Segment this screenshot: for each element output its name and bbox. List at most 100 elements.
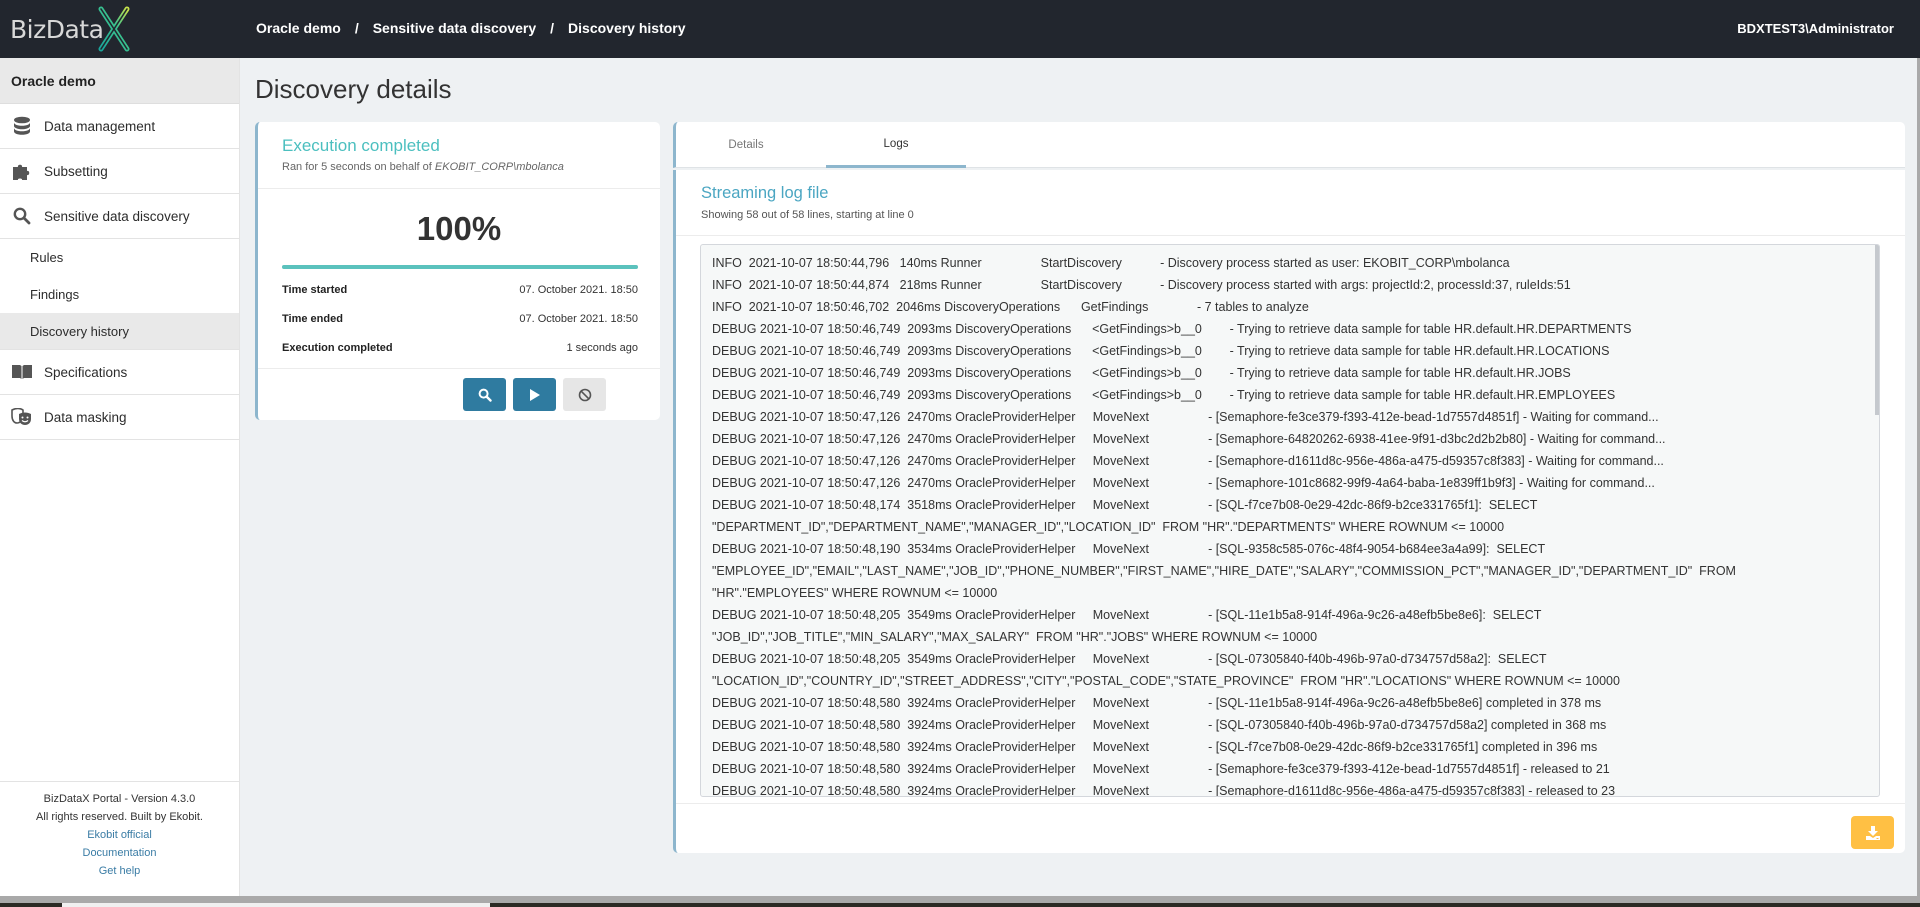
sidebar: Oracle demo Data management Subsetting S… bbox=[0, 58, 240, 896]
top-bar: BizData Oracle demo / Sensitive data dis… bbox=[0, 0, 1920, 58]
sidebar-subitem-rules[interactable]: Rules bbox=[0, 239, 239, 276]
time-ended-label: Time ended bbox=[282, 312, 343, 325]
taskbar-active-window bbox=[62, 903, 490, 907]
log-line: INFO 2021-10-07 18:50:46,702 2046ms Disc… bbox=[712, 300, 1309, 314]
progress-percent: 100% bbox=[416, 210, 502, 247]
time-started-label: Time started bbox=[282, 283, 348, 296]
ekobit-official-link[interactable]: Ekobit official bbox=[0, 826, 239, 844]
log-line: DEBUG 2021-10-07 18:50:47,126 2470ms Ora… bbox=[712, 476, 1655, 490]
tab-logs[interactable]: Logs bbox=[826, 122, 966, 168]
get-help-link[interactable]: Get help bbox=[0, 862, 239, 880]
page-title: Discovery details bbox=[255, 74, 452, 104]
sidebar-footer: BizDataX Portal - Version 4.3.0 All righ… bbox=[0, 781, 239, 896]
view-findings-button[interactable] bbox=[463, 378, 506, 411]
breadcrumb-sensitive-data-discovery[interactable]: Sensitive data discovery bbox=[373, 20, 536, 36]
log-line: DEBUG 2021-10-07 18:50:48,174 3518ms Ora… bbox=[712, 498, 1538, 512]
execution-user: EKOBIT_CORP\mbolanca bbox=[434, 161, 564, 173]
book-icon bbox=[0, 364, 44, 380]
log-line: "LOCATION_ID","COUNTRY_ID","STREET_ADDRE… bbox=[712, 674, 1620, 688]
search-icon bbox=[0, 207, 44, 225]
log-line: DEBUG 2021-10-07 18:50:48,190 3534ms Ora… bbox=[712, 542, 1546, 556]
breadcrumb-oracle-demo[interactable]: Oracle demo bbox=[256, 20, 341, 36]
log-line: DEBUG 2021-10-07 18:50:47,126 2470ms Ora… bbox=[712, 432, 1666, 446]
execution-header: Execution completed Ran for 5 seconds on… bbox=[258, 122, 660, 189]
execution-subtitle: Ran for 5 seconds on behalf of EKOBIT_CO… bbox=[282, 161, 660, 173]
execution-completed-row: Execution completed 1 seconds ago bbox=[282, 333, 638, 362]
log-line: DEBUG 2021-10-07 18:50:48,580 3924ms Ora… bbox=[712, 740, 1598, 754]
breadcrumb: Oracle demo / Sensitive data discovery /… bbox=[256, 20, 686, 36]
execution-info: Time started 07. October 2021. 18:50 Tim… bbox=[282, 275, 638, 362]
log-line: INFO 2021-10-07 18:50:44,796 140ms Runne… bbox=[712, 256, 1510, 270]
log-title: Streaming log file bbox=[701, 184, 829, 202]
sidebar-item-label: Subsetting bbox=[44, 163, 108, 179]
sidebar-item-subsetting[interactable]: Subsetting bbox=[0, 149, 239, 194]
download-icon bbox=[1865, 825, 1880, 840]
log-line: DEBUG 2021-10-07 18:50:46,749 2093ms Dis… bbox=[712, 388, 1616, 402]
sidebar-item-label: Sensitive data discovery bbox=[44, 208, 190, 224]
breadcrumb-discovery-history[interactable]: Discovery history bbox=[568, 20, 686, 36]
log-line: DEBUG 2021-10-07 18:50:48,580 3924ms Ora… bbox=[712, 718, 1607, 732]
run-button[interactable] bbox=[513, 378, 556, 411]
breadcrumb-separator: / bbox=[550, 20, 555, 36]
progress-fill bbox=[282, 265, 638, 269]
log-viewer[interactable]: INFO 2021-10-07 18:50:44,796 140ms Runne… bbox=[700, 244, 1880, 797]
log-line: DEBUG 2021-10-07 18:50:48,580 3924ms Ora… bbox=[712, 762, 1610, 776]
sidebar-item-data-management[interactable]: Data management bbox=[0, 104, 239, 149]
log-line: DEBUG 2021-10-07 18:50:48,580 3924ms Ora… bbox=[712, 696, 1602, 710]
tab-bar: Details Logs bbox=[673, 122, 1905, 168]
execution-completed-value: 1 seconds ago bbox=[566, 341, 638, 354]
log-line: INFO 2021-10-07 18:50:44,874 218ms Runne… bbox=[712, 278, 1571, 292]
time-started-value: 07. October 2021. 18:50 bbox=[519, 283, 638, 296]
breadcrumb-separator: / bbox=[354, 20, 359, 36]
log-line: DEBUG 2021-10-07 18:50:48,580 3924ms Ora… bbox=[712, 784, 1616, 797]
log-line: DEBUG 2021-10-07 18:50:48,205 3549ms Ora… bbox=[712, 608, 1542, 622]
database-icon bbox=[0, 116, 44, 136]
search-icon bbox=[478, 388, 492, 402]
log-line: "DEPARTMENT_ID","DEPARTMENT_NAME","MANAG… bbox=[712, 520, 1505, 534]
page-horizontal-scrollbar[interactable] bbox=[0, 896, 1920, 903]
time-started-row: Time started 07. October 2021. 18:50 bbox=[282, 275, 638, 304]
puzzle-icon bbox=[0, 162, 44, 180]
log-scrollbar[interactable] bbox=[1875, 245, 1879, 415]
masks-icon bbox=[0, 408, 44, 426]
execution-actions bbox=[258, 368, 660, 420]
sidebar-project-title[interactable]: Oracle demo bbox=[0, 58, 239, 104]
os-taskbar bbox=[0, 903, 1920, 907]
log-line: DEBUG 2021-10-07 18:50:48,205 3549ms Ora… bbox=[712, 652, 1547, 666]
execution-subtitle-prefix: Ran for 5 seconds on behalf of bbox=[282, 161, 435, 173]
progress-bar bbox=[282, 265, 638, 269]
sidebar-subitem-discovery-history[interactable]: Discovery history bbox=[0, 313, 239, 350]
log-card: Streaming log file Showing 58 out of 58 … bbox=[673, 170, 1905, 853]
version-text: BizDataX Portal - Version 4.3.0 bbox=[43, 793, 196, 805]
log-lines: INFO 2021-10-07 18:50:44,796 140ms Runne… bbox=[701, 245, 1879, 797]
sidebar-item-specifications[interactable]: Specifications bbox=[0, 350, 239, 395]
log-actions bbox=[676, 803, 1905, 853]
log-line: DEBUG 2021-10-07 18:50:46,749 2093ms Dis… bbox=[712, 344, 1610, 358]
execution-status: Execution completed bbox=[282, 136, 440, 155]
sidebar-item-label: Data management bbox=[44, 118, 156, 134]
tab-details[interactable]: Details bbox=[676, 122, 816, 168]
log-subtitle: Showing 58 out of 58 lines, starting at … bbox=[701, 209, 914, 221]
documentation-link[interactable]: Documentation bbox=[0, 844, 239, 862]
play-icon bbox=[529, 388, 540, 401]
download-log-button[interactable] bbox=[1851, 816, 1894, 849]
log-line: "HR"."EMPLOYEES" WHERE ROWNUM <= 10000 bbox=[712, 586, 998, 600]
sidebar-subitem-findings[interactable]: Findings bbox=[0, 276, 239, 313]
time-ended-row: Time ended 07. October 2021. 18:50 bbox=[282, 304, 638, 333]
log-line: DEBUG 2021-10-07 18:50:46,749 2093ms Dis… bbox=[712, 366, 1571, 380]
log-line: DEBUG 2021-10-07 18:50:46,749 2093ms Dis… bbox=[712, 322, 1632, 336]
rights-text: All rights reserved. Built by Ekobit. bbox=[36, 811, 203, 823]
execution-card: Execution completed Ran for 5 seconds on… bbox=[255, 122, 660, 420]
cancel-button[interactable] bbox=[563, 378, 606, 411]
time-ended-value: 07. October 2021. 18:50 bbox=[519, 312, 638, 325]
sidebar-item-sensitive-data-discovery[interactable]: Sensitive data discovery bbox=[0, 194, 239, 239]
user-menu[interactable]: BDXTEST3\Administrator bbox=[1737, 21, 1894, 36]
log-header: Streaming log file Showing 58 out of 58 … bbox=[676, 170, 1905, 236]
bizdatax-logo[interactable]: BizData bbox=[10, 6, 131, 52]
log-line: "EMPLOYEE_ID","EMAIL","LAST_NAME","JOB_I… bbox=[712, 564, 1736, 578]
sidebar-item-data-masking[interactable]: Data masking bbox=[0, 395, 239, 440]
sidebar-item-label: Specifications bbox=[44, 364, 128, 380]
ban-icon bbox=[578, 388, 591, 401]
sidebar-item-label: Data masking bbox=[44, 409, 127, 425]
execution-completed-label: Execution completed bbox=[282, 341, 393, 354]
